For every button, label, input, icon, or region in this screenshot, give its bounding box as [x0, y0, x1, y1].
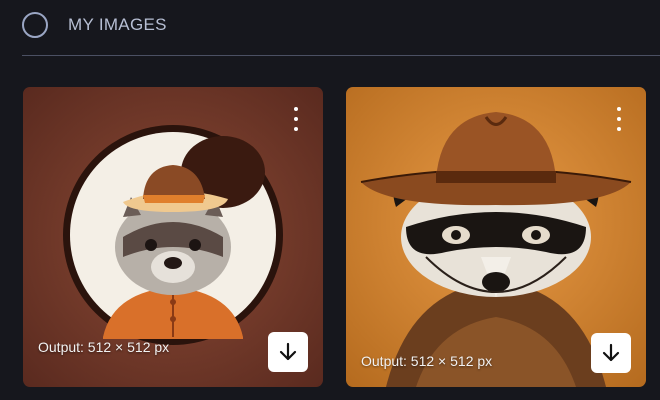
- card-menu-button[interactable]: [291, 107, 301, 131]
- divider: [22, 55, 660, 56]
- image-card[interactable]: Output: 512 × 512 px: [346, 87, 646, 387]
- download-icon: [602, 343, 620, 362]
- circle-icon[interactable]: [22, 12, 48, 38]
- image-card[interactable]: Output: 512 × 512 px: [23, 87, 323, 387]
- card-menu-button[interactable]: [614, 107, 624, 131]
- download-button[interactable]: [591, 333, 631, 373]
- section-header: MY IMAGES: [22, 10, 167, 40]
- section-title: MY IMAGES: [68, 15, 167, 34]
- image-caption: Output: 512 × 512 px: [38, 339, 170, 355]
- download-icon: [279, 342, 297, 361]
- download-button[interactable]: [268, 332, 308, 372]
- more-vertical-icon: [617, 107, 621, 131]
- more-vertical-icon: [294, 107, 298, 131]
- image-caption: Output: 512 × 512 px: [361, 353, 493, 369]
